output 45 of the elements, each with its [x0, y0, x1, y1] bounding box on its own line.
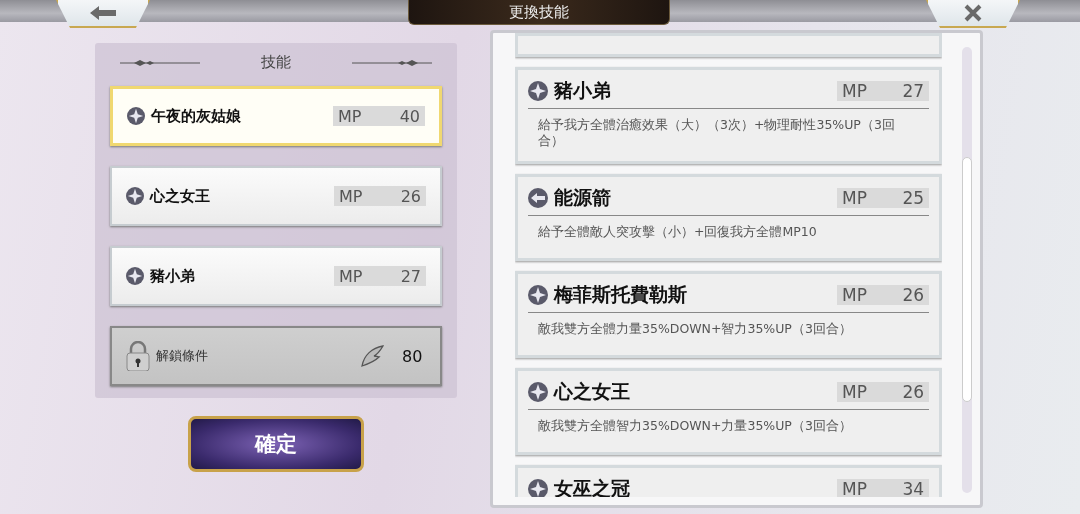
skill-description: 給予我方全體治癒效果（大）（3次）+物理耐性35%UP（3回合）: [537, 116, 896, 150]
mp-badge: MP 27: [334, 266, 426, 286]
panel-title: 技能: [261, 53, 291, 72]
star-emblem-icon: [528, 479, 548, 497]
skill-name: 午夜的灰姑娘: [151, 106, 242, 126]
mp-badge: MP 34: [837, 479, 929, 497]
skill-description: 敵我雙方全體智力35%DOWN+力量35%UP（3回合）: [537, 417, 853, 435]
star-emblem-icon: [528, 81, 548, 101]
back-arrow-icon: [90, 6, 116, 20]
mp-badge: MP 27: [837, 81, 929, 101]
close-icon: [964, 4, 982, 22]
star-emblem-icon: [126, 187, 144, 205]
skill-name: 能源箭: [554, 185, 612, 210]
unlock-cost: 80: [402, 346, 424, 366]
star-emblem-icon: [528, 285, 548, 305]
unlock-condition-label: 解鎖條件: [156, 347, 209, 365]
padlock-icon: [126, 341, 150, 371]
skill-name: 豬小弟: [150, 266, 196, 286]
confirm-button[interactable]: 確定: [188, 416, 364, 472]
mp-badge: MP 26: [837, 285, 929, 305]
wing-icon: [360, 345, 384, 367]
star-emblem-icon: [528, 382, 548, 402]
star-emblem-icon: [126, 267, 144, 285]
mp-badge: MP 40: [333, 106, 425, 126]
skill-card[interactable]: 心之女王 MP 26 敵我雙方全體智力35%DOWN+力量35%UP（3回合）: [515, 368, 942, 455]
screen-title: 更換技能: [408, 0, 670, 25]
scrollbar[interactable]: [962, 47, 972, 493]
skill-description: 敵我雙方全體力量35%DOWN+智力35%UP（3回合）: [537, 320, 853, 338]
skill-slot[interactable]: 豬小弟 MP 27: [110, 246, 442, 306]
skill-description: 給予全體敵人突攻擊（小）+回復我方全體MP10: [537, 223, 818, 241]
skill-card[interactable]: 梅菲斯托費勒斯 MP 26 敵我雙方全體力量35%DOWN+智力35%UP（3回合）: [515, 271, 942, 358]
skill-slot[interactable]: 心之女王 MP 26: [110, 166, 442, 226]
skill-name: 心之女王: [554, 379, 631, 404]
star-emblem-icon: [127, 107, 145, 125]
skill-name: 豬小弟: [554, 78, 612, 103]
mp-badge: MP 26: [334, 186, 426, 206]
mp-badge: MP 25: [837, 188, 929, 208]
locked-slot[interactable]: 解鎖條件 80: [110, 326, 442, 386]
skill-name: 梅菲斯托費勒斯: [554, 282, 688, 307]
skill-name: 心之女王: [150, 186, 211, 206]
skill-slot[interactable]: 午夜的灰姑娘 MP 40: [110, 86, 442, 146]
arrow-emblem-icon: [528, 188, 548, 208]
skill-card[interactable]: 豬小弟 MP 27 給予我方全體治癒效果（大）（3次）+物理耐性35%UP（3回合）: [515, 67, 942, 164]
mp-badge: MP 26: [837, 382, 929, 402]
skill-card[interactable]: 能源箭 MP 25 給予全體敵人突攻擊（小）+回復我方全體MP10: [515, 174, 942, 261]
